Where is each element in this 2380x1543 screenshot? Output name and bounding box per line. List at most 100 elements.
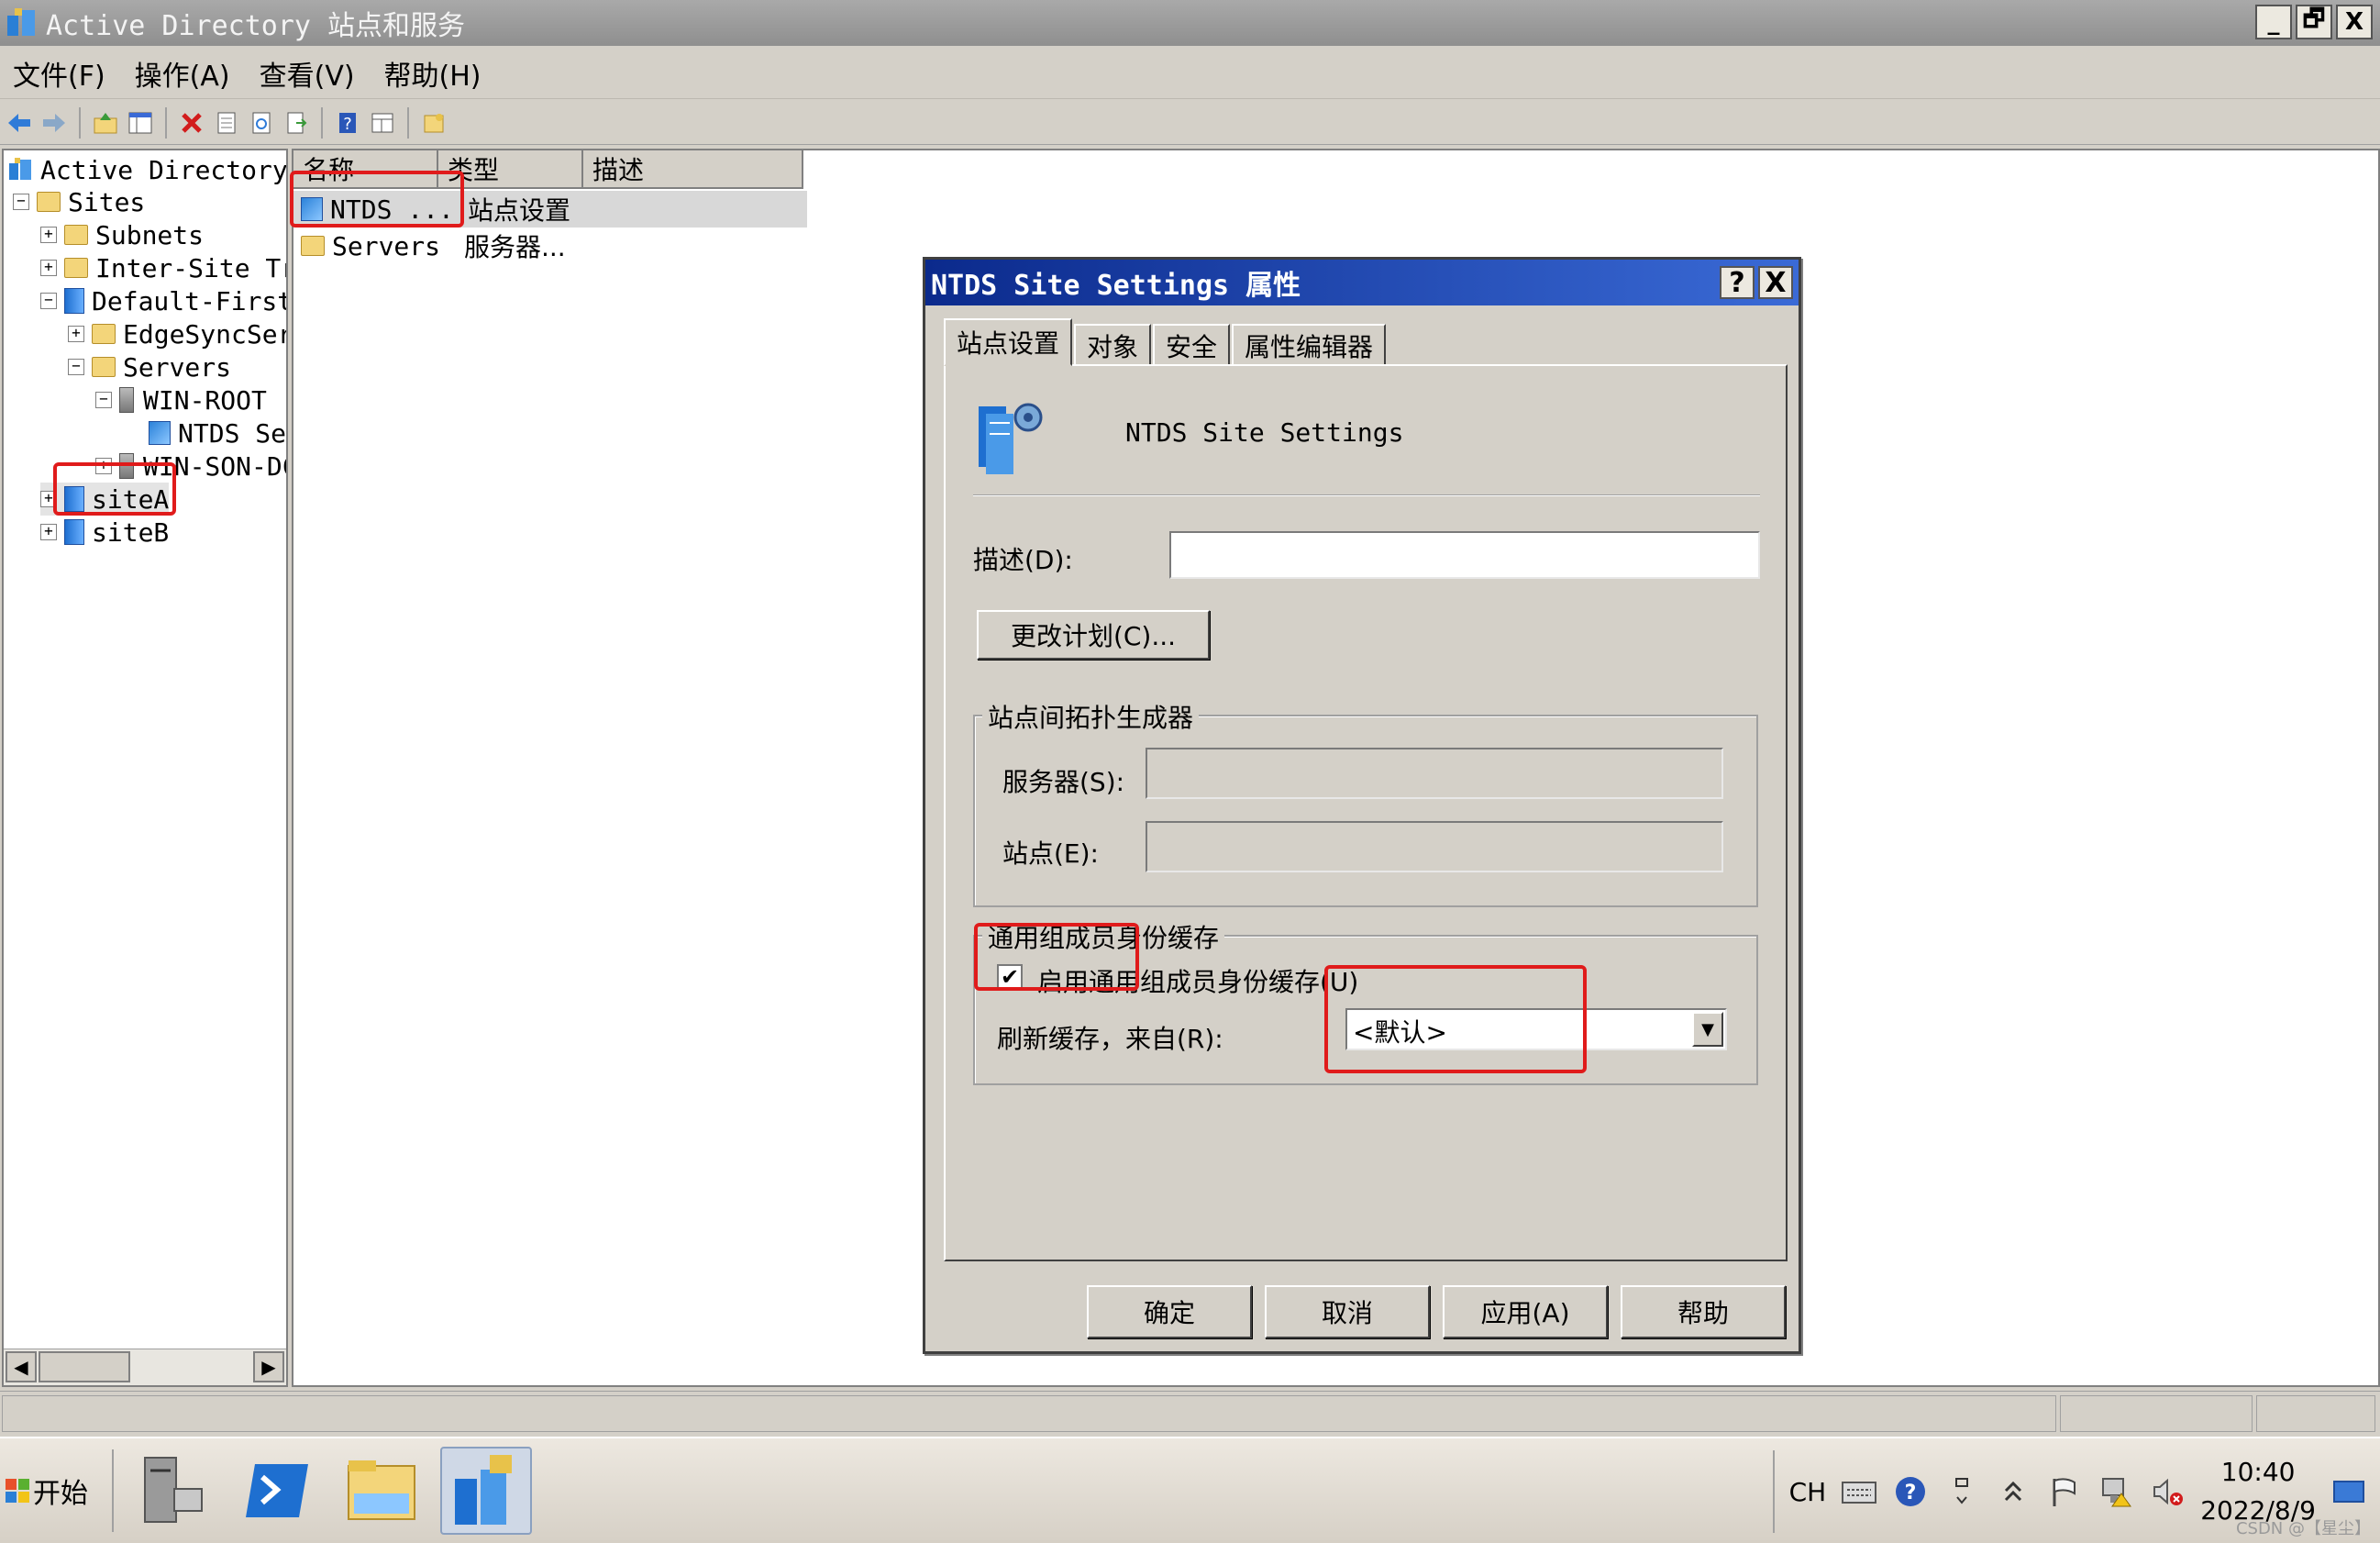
options-icon[interactable]: [1943, 1473, 1980, 1510]
enable-ugmc-checkbox[interactable]: ✔: [997, 964, 1023, 990]
tree-item-default-first-site[interactable]: − Default-First-S: [40, 284, 286, 317]
tab-panel-site-settings: NTDS Site Settings 描述(D): 更改计划(C)... 站点间…: [944, 364, 1788, 1261]
istg-groupbox: 站点间拓扑生成器 服务器(S): 站点(E):: [973, 698, 1758, 907]
svg-text:?: ?: [1905, 1482, 1917, 1504]
ad-sites-taskbar-button[interactable]: [440, 1447, 532, 1535]
folder-icon: [92, 324, 116, 344]
list-cell-type: 服务器...: [464, 232, 566, 262]
action-center-flag-icon[interactable]: [2046, 1473, 2083, 1510]
column-header-type[interactable]: 类型: [438, 150, 583, 189]
scrollbar-thumb[interactable]: [39, 1351, 130, 1382]
tree-item-label: EdgeSyncServ:: [123, 318, 286, 350]
tree-item-subnets[interactable]: + Subnets: [40, 218, 204, 251]
tab-object[interactable]: 对象: [1074, 324, 1152, 366]
tray-separator: [1772, 1450, 1775, 1533]
list-row-servers[interactable]: Servers 服务器...: [293, 228, 807, 264]
dialog-close-button[interactable]: X: [1758, 266, 1793, 299]
chevron-down-icon[interactable]: ▼: [1692, 1012, 1723, 1047]
refresh-icon[interactable]: [248, 109, 275, 137]
back-arrow-icon[interactable]: [6, 109, 33, 137]
volume-muted-icon[interactable]: [2149, 1473, 2186, 1510]
tab-security[interactable]: 安全: [1153, 324, 1231, 366]
help-circle-icon[interactable]: ?: [1892, 1473, 1929, 1510]
scroll-left-arrow-icon[interactable]: ◀: [6, 1351, 37, 1382]
export-icon[interactable]: [282, 109, 310, 137]
expand-icon[interactable]: +: [40, 260, 57, 276]
tree-item-sitea[interactable]: + siteA: [40, 483, 170, 516]
tree-item-inter-site-transports[interactable]: + Inter-Site Tran: [40, 251, 286, 284]
network-warning-icon[interactable]: [2098, 1473, 2134, 1510]
column-header-description[interactable]: 描述: [583, 150, 803, 189]
start-button[interactable]: 开始: [6, 1456, 103, 1526]
tree-root[interactable]: Active Directory 站: [7, 152, 286, 185]
menu-help[interactable]: 帮助(H): [384, 53, 482, 94]
keyboard-icon[interactable]: [1841, 1473, 1877, 1510]
change-schedule-button[interactable]: 更改计划(C)...: [977, 610, 1210, 660]
scroll-right-arrow-icon[interactable]: ▶: [253, 1351, 284, 1382]
minimize-button[interactable]: _: [2255, 5, 2292, 39]
up-folder-icon[interactable]: [92, 109, 119, 137]
tree-horizontal-scrollbar[interactable]: ◀ ▶: [4, 1349, 286, 1385]
help-icon[interactable]: ?: [334, 109, 361, 137]
tree-item-servers[interactable]: − Servers: [68, 350, 231, 383]
menu-view[interactable]: 查看(V): [260, 53, 355, 94]
forward-arrow-icon[interactable]: [40, 109, 68, 137]
collapse-icon[interactable]: −: [40, 293, 57, 309]
tab-site-settings[interactable]: 站点设置: [944, 318, 1073, 366]
tree-item-label: Inter-Site Tran: [95, 252, 286, 283]
tree-item-edgesync[interactable]: + EdgeSyncServ:: [68, 317, 286, 350]
site-input[interactable]: [1146, 821, 1723, 872]
window-title: Active Directory 站点和服务: [46, 10, 466, 42]
collapse-icon[interactable]: −: [68, 359, 84, 375]
show-tree-icon[interactable]: [127, 109, 154, 137]
collapse-icon[interactable]: −: [95, 392, 112, 408]
collapse-icon[interactable]: −: [13, 194, 29, 210]
show-desktop-icon[interactable]: [2330, 1473, 2367, 1510]
enable-ugmc-label[interactable]: 启用通用组成员身份缓存(U): [1037, 962, 1358, 999]
description-input[interactable]: [1169, 531, 1760, 579]
tree-item-sites[interactable]: − Sites: [13, 185, 145, 218]
status-cell: [2, 1395, 2056, 1432]
ugmc-group-title: 通用组成员身份缓存: [982, 918, 1225, 955]
input-language[interactable]: CH: [1789, 1477, 1827, 1507]
expand-icon[interactable]: +: [68, 326, 84, 342]
help-button[interactable]: 帮助: [1621, 1285, 1786, 1338]
delete-icon[interactable]: [178, 109, 205, 137]
tree-item-win-son-dc[interactable]: + WIN-SON-DC: [95, 450, 286, 483]
show-hidden-icons-icon[interactable]: [1995, 1473, 2031, 1510]
close-window-button[interactable]: X: [2336, 5, 2373, 39]
powershell-taskbar-button[interactable]: [231, 1447, 323, 1535]
list-row-ntds[interactable]: NTDS ... 站点设置: [293, 191, 807, 228]
menu-file[interactable]: 文件(F): [13, 53, 105, 94]
ntds-site-settings-icon: [979, 403, 1043, 474]
tab-attribute-editor[interactable]: 属性编辑器: [1232, 324, 1387, 366]
expand-icon[interactable]: +: [40, 524, 57, 540]
svg-text:?: ?: [343, 115, 352, 134]
view-icon[interactable]: [369, 109, 396, 137]
tree-item-win-root[interactable]: − WIN-ROOT: [95, 383, 267, 416]
istg-group-title: 站点间拓扑生成器: [982, 698, 1200, 735]
folder-icon: [348, 1460, 415, 1520]
column-header-name[interactable]: 名称: [293, 150, 438, 189]
main-titlebar: Active Directory 站点和服务 _ 🗗 X: [0, 0, 2380, 46]
ok-button[interactable]: 确定: [1087, 1285, 1252, 1338]
tree-item-siteb[interactable]: + siteB: [40, 516, 169, 549]
ntds-settings-icon: [301, 197, 323, 221]
server-manager-taskbar-button[interactable]: [127, 1447, 218, 1535]
new-icon[interactable]: [420, 109, 448, 137]
refresh-cache-select[interactable]: <默认> ▼: [1345, 1008, 1727, 1050]
cancel-button[interactable]: 取消: [1265, 1285, 1430, 1338]
object-name: NTDS Site Settings: [1125, 417, 1404, 448]
tree-pane[interactable]: Active Directory 站 − Sites + Subnets + I…: [2, 149, 288, 1387]
expand-icon[interactable]: +: [95, 458, 112, 474]
menu-action[interactable]: 操作(A): [135, 53, 230, 94]
expand-icon[interactable]: +: [40, 227, 57, 243]
apply-button[interactable]: 应用(A): [1443, 1285, 1608, 1338]
properties-icon[interactable]: [213, 109, 240, 137]
expand-icon[interactable]: +: [40, 491, 57, 507]
restore-button[interactable]: 🗗: [2296, 5, 2332, 39]
server-input[interactable]: [1146, 748, 1723, 799]
explorer-taskbar-button[interactable]: [336, 1447, 427, 1535]
dialog-help-button[interactable]: ?: [1720, 266, 1755, 299]
tree-item-ntds-settings[interactable]: NTDS Set: [149, 416, 286, 450]
